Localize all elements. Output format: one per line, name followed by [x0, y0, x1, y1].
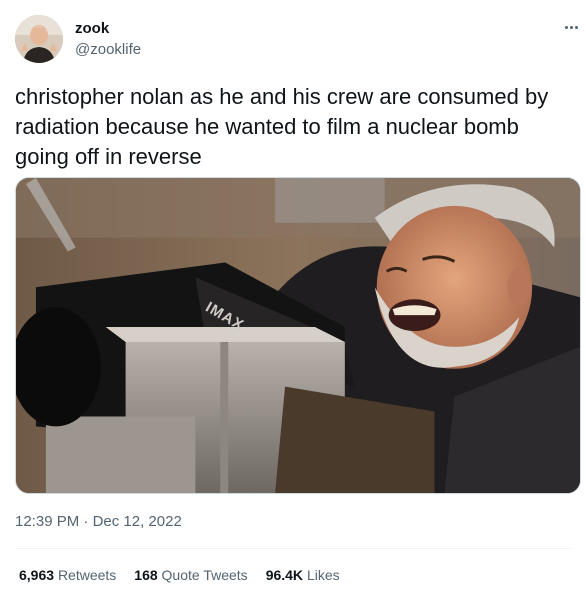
- tweet-card: zook @zooklife christopher nolan as he a…: [0, 0, 586, 593]
- tweet-timestamp: 12:39 PM · Dec 12, 2022: [15, 512, 182, 532]
- author-name[interactable]: zook: [75, 20, 109, 38]
- likes-count: 96.4K: [265, 567, 304, 583]
- avatar-image: [15, 15, 63, 63]
- tweet-time[interactable]: 12:39 PM: [15, 513, 79, 530]
- tweet-stats: 6,963 Retweets 168 Quote Tweets 96.4K Li…: [19, 565, 340, 585]
- quote-tweets-label: Quote Tweets: [161, 567, 248, 583]
- likes-label: Likes: [306, 567, 340, 583]
- author-handle[interactable]: @zooklife: [75, 41, 141, 59]
- quote-tweets-count: 168: [134, 567, 158, 583]
- more-dots-icon: [564, 25, 568, 29]
- author-avatar[interactable]: [15, 15, 63, 63]
- retweets-count: 6,963: [19, 567, 55, 583]
- quote-tweets-stat[interactable]: 168 Quote Tweets: [134, 565, 247, 585]
- retweets-stat[interactable]: 6,963 Retweets: [19, 565, 116, 585]
- more-dots-icon: [574, 25, 578, 29]
- retweets-label: Retweets: [57, 567, 117, 583]
- media-scene: [16, 178, 580, 493]
- more-dots-icon: [569, 25, 573, 29]
- tweet-media-image[interactable]: IMAX: [15, 177, 581, 494]
- stats-divider: [15, 548, 571, 549]
- likes-stat[interactable]: 96.4K Likes: [266, 565, 340, 585]
- timestamp-separator: ·: [83, 513, 89, 530]
- tweet-text: christopher nolan as he and his crew are…: [15, 84, 549, 169]
- tweet-date[interactable]: Dec 12, 2022: [93, 513, 182, 530]
- more-options-button[interactable]: [560, 18, 582, 36]
